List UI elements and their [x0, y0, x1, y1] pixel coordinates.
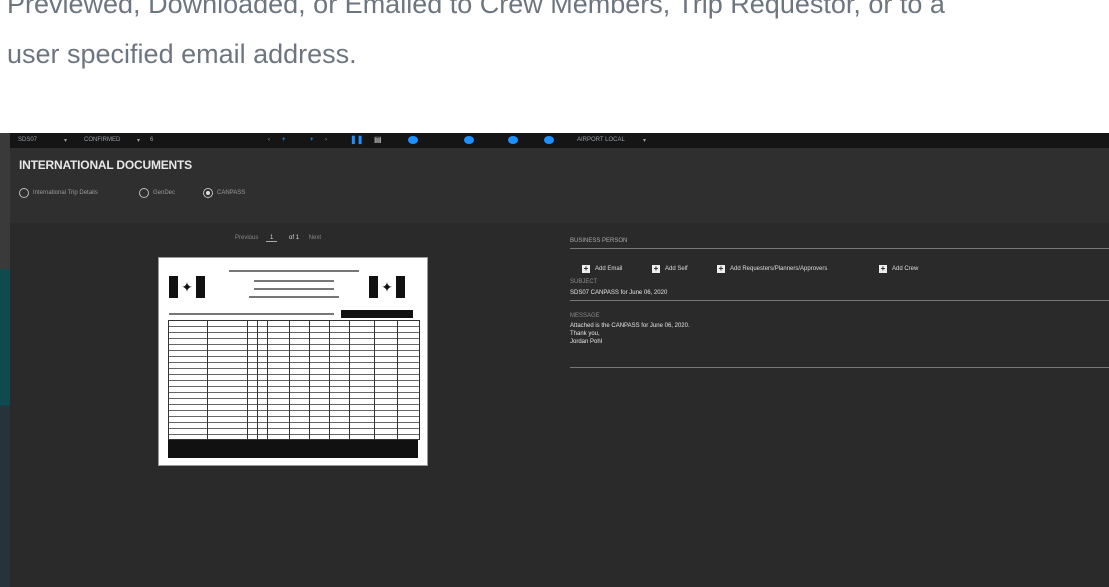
email-panel: BUSINESS PERSON + Add Email + Add Self +… [570, 233, 1109, 473]
canada-flag-icon: ✦ [369, 276, 405, 298]
add-email-button[interactable]: + Add Email [582, 265, 622, 273]
page-title: INTERNATIONAL DOCUMENTS [19, 158, 192, 172]
document-text-line [254, 288, 334, 290]
document-preview: ✦ ✦ [158, 257, 428, 466]
background-edge [0, 133, 10, 587]
page-header: INTERNATIONAL DOCUMENTS International Tr… [10, 148, 1109, 223]
app-window: SDS07 ▾ CONFIRMED ▾ 6 ‹ + + › ❚❚ ▤ AIRPO… [10, 133, 1109, 587]
eye-icon[interactable] [544, 136, 554, 144]
add-self-button[interactable]: + Add Self [652, 265, 688, 273]
add-requesters-button[interactable]: + Add Requesters/Planners/Approvers [717, 265, 827, 273]
radio-label: International Trip Details [33, 190, 98, 196]
previous-arrow-icon[interactable]: + [282, 137, 286, 143]
page-count: of 1 [289, 235, 300, 241]
chevron-down-icon[interactable]: ▾ [137, 137, 140, 144]
radio-gendec[interactable]: GenDec [139, 188, 175, 198]
subject-input[interactable]: SDS07 CANPASS for June 06, 2020 [570, 290, 667, 296]
button-label: Add Email [595, 266, 623, 272]
button-label: Add Self [665, 266, 688, 272]
document-text-line [254, 280, 334, 282]
next-leg-button[interactable]: › [325, 137, 327, 143]
document-footer [168, 440, 418, 458]
top-toolbar: SDS07 ▾ CONFIRMED ▾ 6 ‹ + + › ❚❚ ▤ AIRPO… [10, 133, 1109, 148]
add-crew-button[interactable]: + Add Crew [879, 265, 918, 273]
radio-canpass[interactable]: CANPASS [203, 188, 245, 198]
divider [570, 367, 1109, 368]
radio-label: CANPASS [217, 190, 246, 196]
intro-text: Previewed, Downloaded, or Emailed to Cre… [7, 0, 1107, 79]
plus-icon: + [652, 264, 660, 273]
plus-icon: + [582, 264, 590, 273]
message-line[interactable]: Jordan Pohl [570, 339, 602, 345]
next-page-button[interactable]: Next [309, 235, 321, 241]
document-text-line [249, 296, 339, 298]
eye-icon[interactable] [408, 136, 418, 144]
message-line[interactable]: Attached is the CANPASS for June 06, 202… [570, 323, 690, 329]
grid-view-icon[interactable]: ❚❚ [350, 135, 363, 144]
radio-icon[interactable] [139, 188, 149, 198]
next-arrow-icon[interactable]: + [310, 137, 314, 143]
subject-label: SUBJECT [570, 279, 598, 285]
message-label: MESSAGE [570, 313, 600, 319]
page-number-input[interactable]: 1 [266, 235, 278, 242]
divider [570, 300, 1109, 301]
intro-line-2: user specified email address. [7, 39, 357, 69]
intro-line-1: Previewed, Downloaded, or Emailed to Cre… [7, 0, 945, 19]
previous-page-button[interactable]: Previous [235, 235, 258, 241]
document-text-line [169, 313, 334, 315]
recipient-field[interactable]: BUSINESS PERSON [570, 238, 627, 244]
divider [570, 248, 1109, 249]
radio-international-trip-details[interactable]: International Trip Details [19, 188, 98, 198]
button-label: Add Crew [892, 266, 919, 272]
radio-label: GenDec [153, 190, 176, 196]
leg-number[interactable]: 6 [150, 137, 153, 143]
chevron-down-icon[interactable]: ▾ [643, 137, 646, 144]
chevron-down-icon[interactable]: ▾ [64, 137, 67, 144]
list-view-icon[interactable]: ▤ [374, 135, 382, 144]
eye-icon[interactable] [508, 136, 518, 144]
document-text-line [229, 270, 359, 272]
plus-icon: + [879, 264, 887, 273]
status-selector[interactable]: CONFIRMED [84, 137, 120, 143]
radio-icon[interactable] [19, 188, 29, 198]
previous-leg-button[interactable]: ‹ [268, 137, 270, 143]
eye-icon[interactable] [464, 136, 474, 144]
plus-icon: + [717, 264, 725, 273]
trip-selector[interactable]: SDS07 [18, 137, 37, 143]
document-table [168, 320, 420, 440]
document-header-box [341, 310, 413, 318]
radio-selected-icon[interactable] [203, 188, 213, 198]
canada-flag-icon: ✦ [169, 276, 205, 298]
button-label: Add Requesters/Planners/Approvers [730, 266, 828, 272]
time-mode-selector[interactable]: AIRPORT LOCAL [577, 137, 625, 143]
document-pager: Previous 1 of 1 Next [235, 235, 321, 242]
message-line[interactable]: Thank you, [570, 331, 600, 337]
